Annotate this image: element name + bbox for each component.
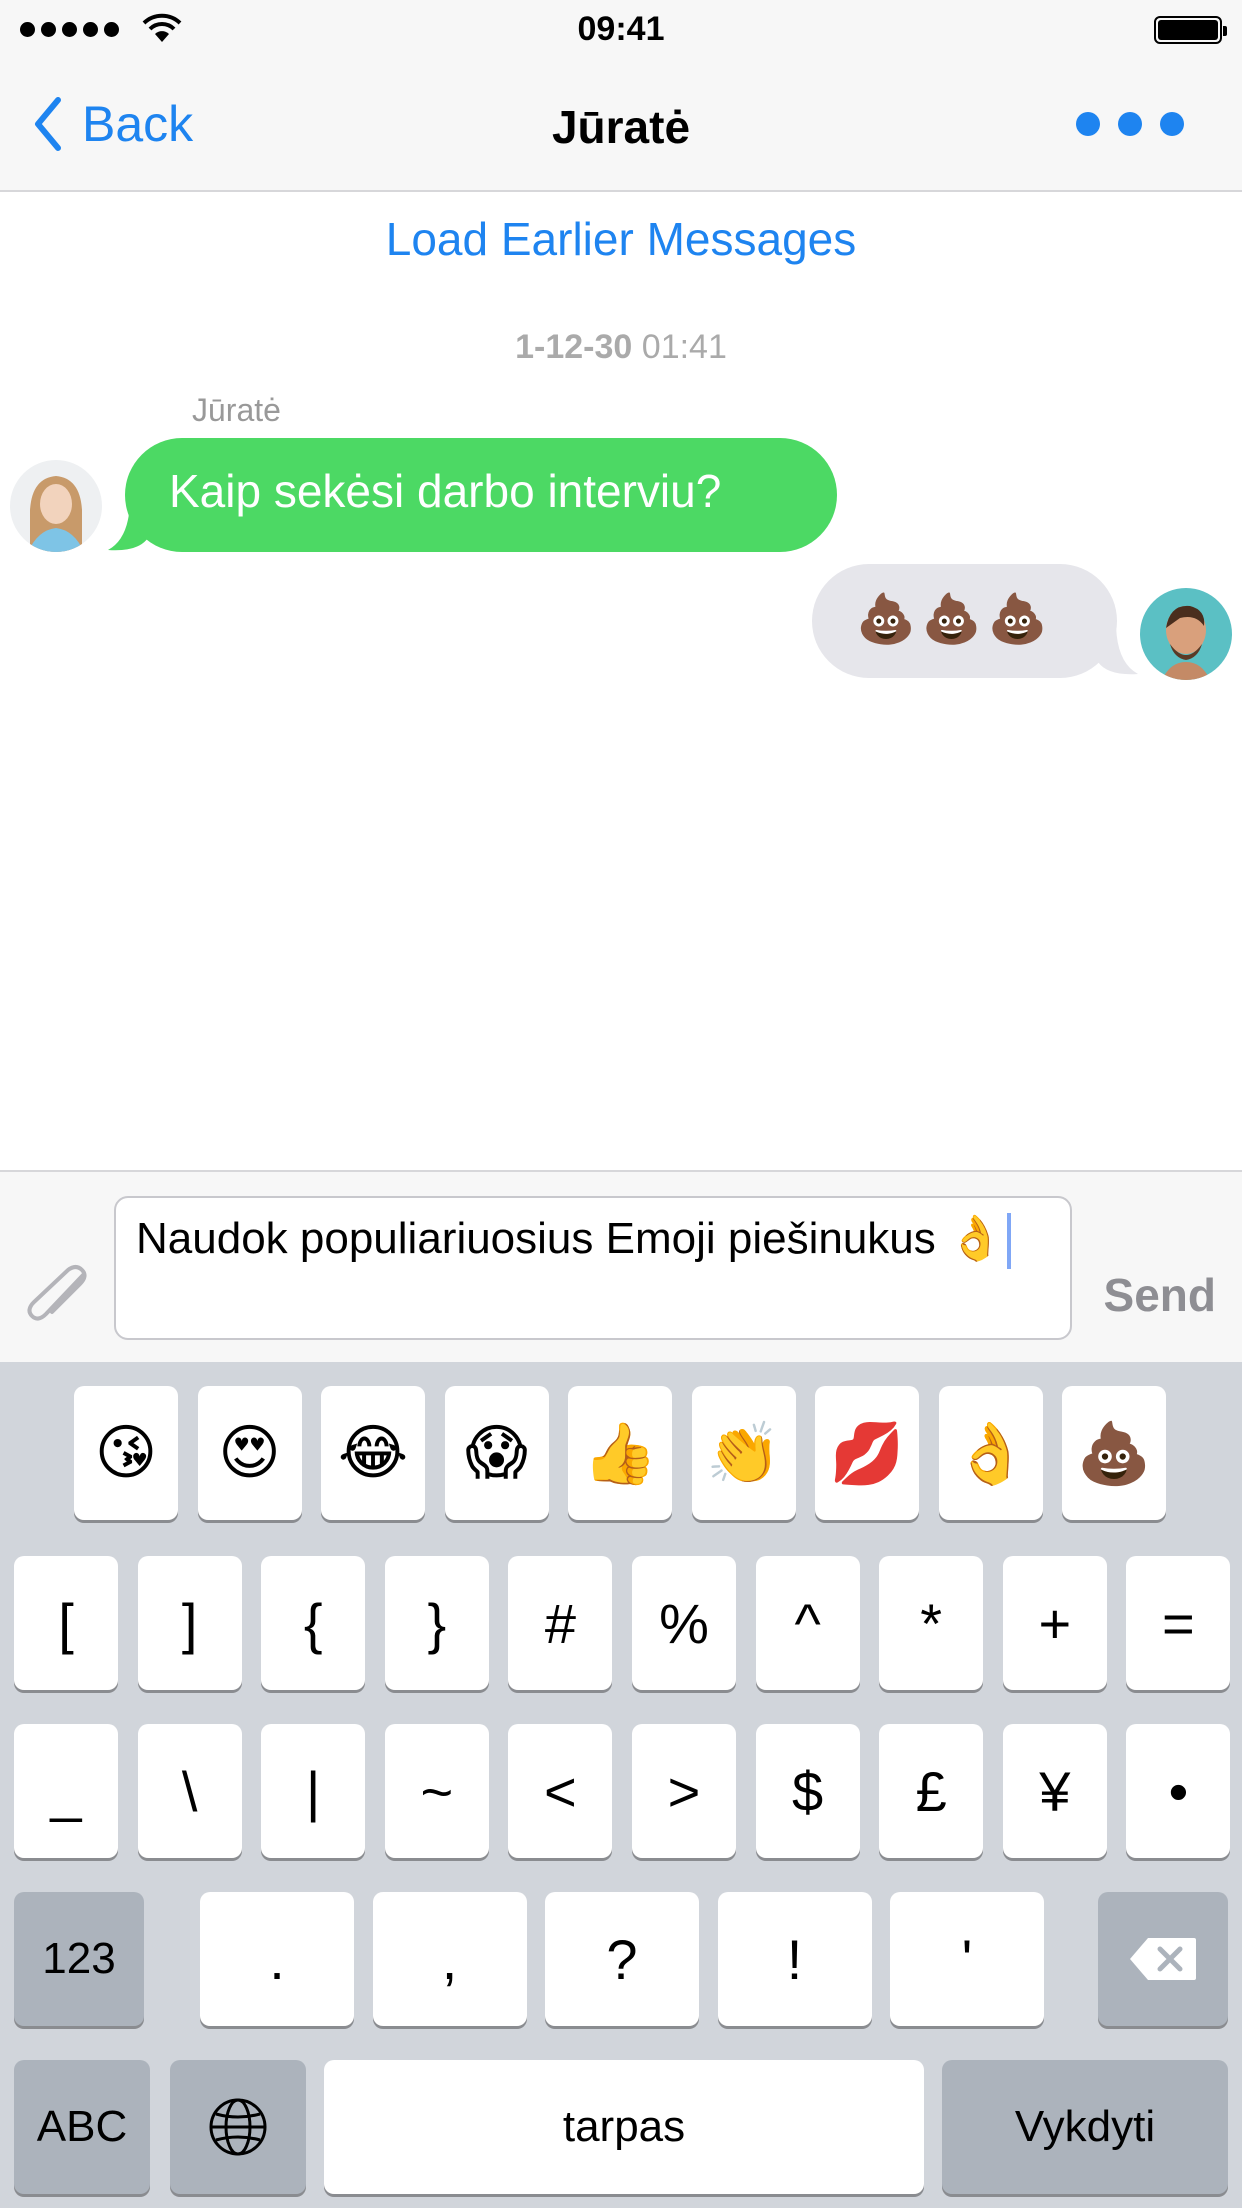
status-time: 09:41	[577, 10, 665, 48]
symbol-key[interactable]: >	[632, 1724, 736, 1858]
send-button[interactable]: Send	[1104, 1268, 1216, 1322]
abc-key[interactable]: ABC	[14, 2060, 150, 2194]
symbol-key[interactable]: \	[137, 1724, 242, 1858]
incoming-message-bubble[interactable]: Kaip sekėsi darbo interviu?	[125, 438, 837, 552]
emoji-key[interactable]: 💋	[815, 1386, 919, 1520]
emoji-key[interactable]: 💩	[1062, 1386, 1166, 1520]
message-input-bar: Naudok populiariuosius Emoji piešinukus …	[0, 1170, 1242, 1362]
backspace-key[interactable]	[1098, 1892, 1228, 2026]
day-date: 1-12-30	[515, 328, 633, 366]
symbol-key[interactable]: ^	[755, 1556, 860, 1690]
backspace-icon	[1130, 1938, 1196, 1980]
outgoing-message-text: 💩💩💩	[856, 593, 1054, 646]
symbol-key[interactable]: ~	[384, 1724, 489, 1858]
more-options-button[interactable]	[1076, 112, 1184, 136]
sender-name: Jūratė	[192, 392, 281, 428]
text-caret	[1006, 1213, 1011, 1270]
symbol-key[interactable]: |	[261, 1724, 366, 1858]
avatar-outgoing[interactable]	[1140, 588, 1232, 680]
symbol-key[interactable]: ]	[137, 1556, 242, 1690]
symbol-key[interactable]: _	[14, 1724, 118, 1858]
symbol-key[interactable]: $	[755, 1724, 860, 1858]
numbers-mode-key[interactable]: 123	[14, 1892, 144, 2026]
conversation-title: Jūratė	[551, 101, 691, 153]
keyboard: 😘 😍 😂 😱 👍 👏 💋 👌 💩 []{} #% ^ * + = _ \ | ~ < > $ £ ¥ • 123 .,?!…	[0, 1362, 1242, 2208]
symbol-key[interactable]: <	[508, 1724, 613, 1858]
emoji-key[interactable]: 👏	[691, 1386, 796, 1520]
incoming-message-text: Kaip sekėsi darbo interviu?	[169, 465, 722, 517]
status-bar: 09:41	[0, 0, 1242, 60]
day-time: 01:41	[641, 328, 727, 366]
load-earlier-button[interactable]: Load Earlier Messages	[0, 212, 1242, 266]
symbol-key[interactable]: #	[508, 1556, 613, 1690]
punctuation-key[interactable]: .	[200, 1892, 354, 2026]
punctuation-key[interactable]: ,	[372, 1892, 527, 2026]
symbol-key[interactable]: {	[261, 1556, 366, 1690]
globe-icon	[209, 2098, 267, 2156]
outgoing-message-bubble[interactable]: 💩💩💩	[812, 564, 1117, 678]
punctuation-key[interactable]: '	[890, 1892, 1044, 2026]
emoji-key[interactable]: 👍	[568, 1386, 672, 1520]
symbol-key[interactable]: •	[1126, 1724, 1231, 1858]
return-key[interactable]: Vykdyti	[942, 2060, 1228, 2194]
day-separator: 1-12-30 01:41	[0, 328, 1242, 367]
symbol-key[interactable]: £	[879, 1724, 984, 1858]
symbol-key[interactable]: }	[384, 1556, 489, 1690]
emoji-key[interactable]: 😍	[197, 1386, 302, 1520]
punctuation-key[interactable]: ?	[545, 1892, 699, 2026]
message-text-field[interactable]: Naudok populiariuosius Emoji piešinukus …	[114, 1196, 1072, 1340]
composer-text: Naudok populiariuosius Emoji piešinukus …	[136, 1214, 1003, 1263]
paperclip-icon[interactable]	[22, 1264, 94, 1328]
globe-key[interactable]	[170, 2060, 306, 2194]
emoji-key[interactable]: 👌	[938, 1386, 1043, 1520]
emoji-key[interactable]: 😱	[444, 1386, 549, 1520]
navigation-bar: Back Jūratė	[0, 60, 1242, 192]
symbol-key[interactable]: +	[1002, 1556, 1107, 1690]
symbol-key[interactable]: [	[14, 1556, 118, 1690]
space-key[interactable]: tarpas	[324, 2060, 924, 2194]
avatar-incoming[interactable]	[10, 460, 102, 552]
symbol-key[interactable]: *	[879, 1556, 984, 1690]
battery-icon	[1154, 16, 1227, 44]
symbol-key[interactable]: %	[632, 1556, 736, 1690]
emoji-key[interactable]: 😘	[74, 1386, 178, 1520]
symbol-key[interactable]: =	[1126, 1556, 1231, 1690]
emoji-key[interactable]: 😂	[321, 1386, 425, 1520]
symbol-key[interactable]: ¥	[1002, 1724, 1107, 1858]
punctuation-key[interactable]: !	[717, 1892, 872, 2026]
